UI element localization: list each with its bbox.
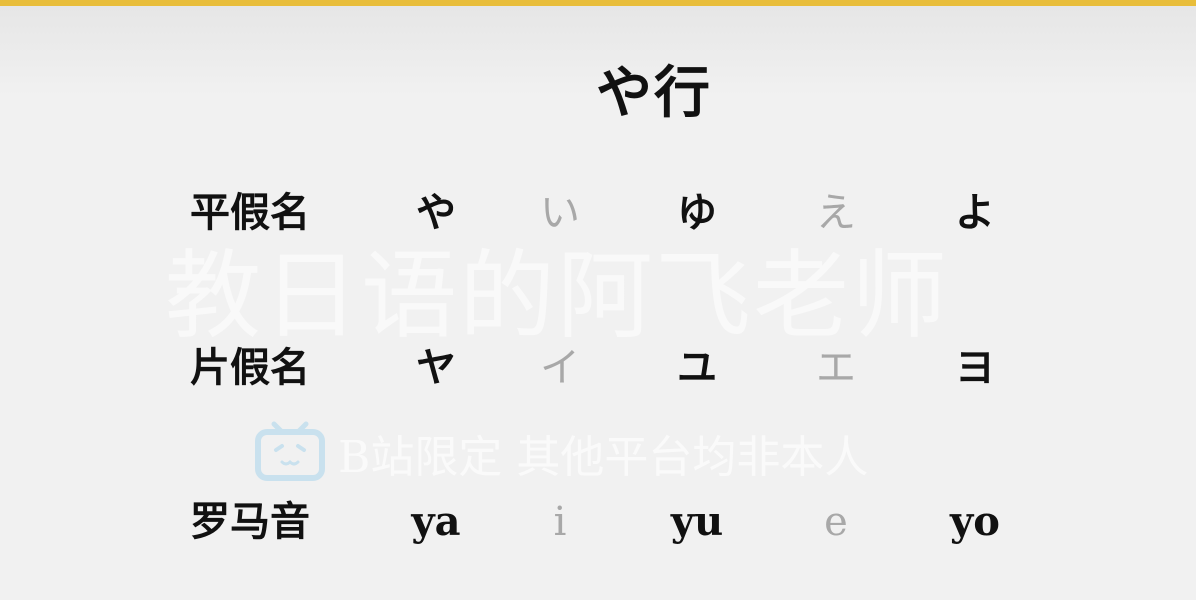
romaji-yu: yu: [670, 498, 724, 545]
romaji-i: i: [553, 499, 567, 545]
romaji-yo: yo: [950, 498, 1000, 545]
watermark-platform-notice: B站限定 其他平台均非本人: [338, 432, 869, 483]
hiragana-e: え: [816, 190, 856, 236]
romaji-e: e: [824, 499, 848, 545]
hiragana-yu: ゆ: [677, 189, 717, 236]
romaji-ya: ya: [411, 498, 461, 545]
watermark-author: 教日语的阿飞老师: [165, 240, 949, 352]
hiragana-ya: や: [416, 189, 456, 236]
hiragana-i: い: [540, 190, 580, 236]
row-label-romaji: 罗马音: [190, 498, 310, 545]
bilibili-tv-icon: [255, 421, 325, 481]
hiragana-yo: よ: [955, 189, 995, 236]
page-title: や行: [596, 60, 712, 126]
row-label-hiragana: 平假名: [190, 189, 310, 236]
